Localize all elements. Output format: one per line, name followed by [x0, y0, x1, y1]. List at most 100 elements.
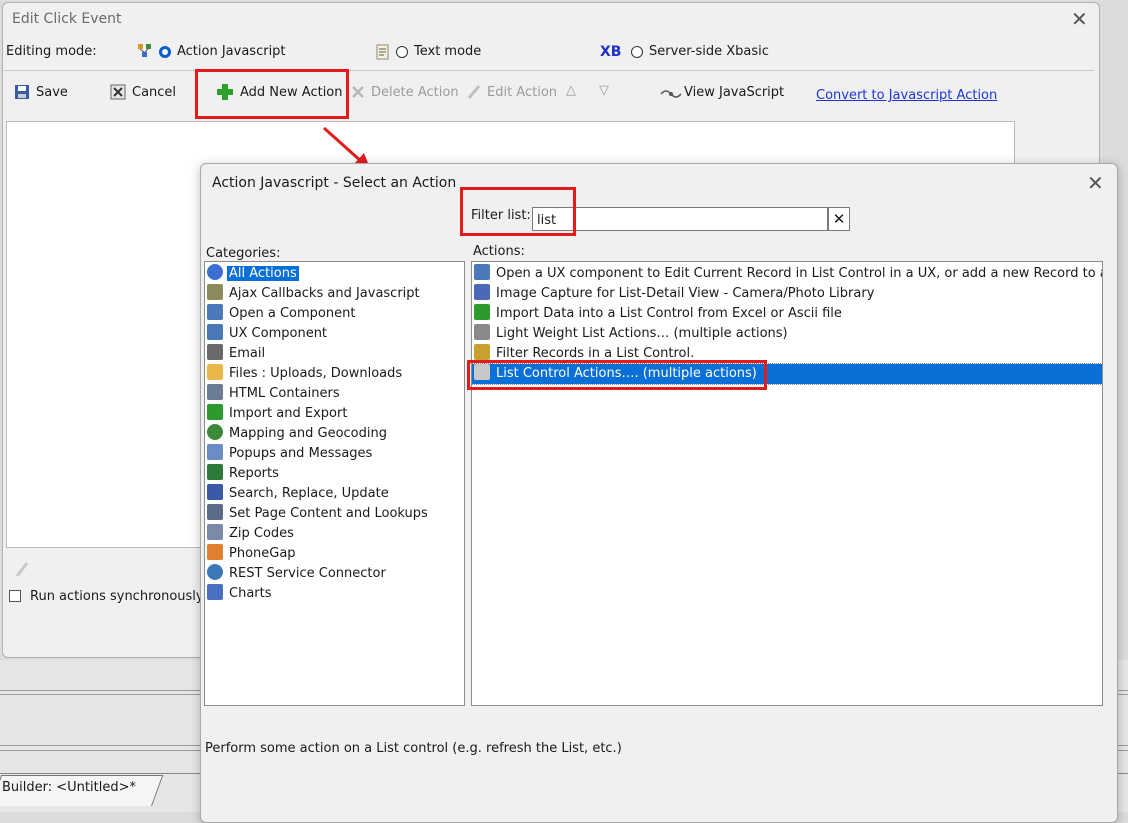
- list-item-label: REST Service Connector: [229, 566, 386, 581]
- filter-input[interactable]: list: [532, 207, 828, 231]
- convert-to-javascript-link[interactable]: Convert to Javascript Action: [816, 88, 997, 103]
- list-item[interactable]: Image Capture for List-Detail View - Cam…: [472, 284, 1102, 304]
- run-sync-label: Run actions synchronously (i: [30, 589, 217, 604]
- edit-action-button[interactable]: Edit Action: [487, 85, 557, 100]
- mode-label[interactable]: Server-side Xbasic: [649, 44, 769, 59]
- chart-icon: [207, 584, 223, 600]
- list-item[interactable]: REST Service Connector: [207, 564, 388, 584]
- zip-icon: [207, 524, 223, 540]
- list-item[interactable]: PhoneGap: [207, 544, 298, 564]
- list-item[interactable]: Import Data into a List Control from Exc…: [472, 304, 1102, 324]
- mode-label[interactable]: Action Javascript: [177, 44, 286, 59]
- view-javascript-button[interactable]: View JavaScript: [684, 85, 784, 100]
- radio-text-mode[interactable]: [396, 46, 408, 58]
- close-icon[interactable]: ✕: [1071, 9, 1088, 29]
- form-icon: [474, 264, 490, 280]
- document-tab-label[interactable]: Builder: <Untitled>*: [2, 780, 136, 795]
- list-item-label: Image Capture for List-Detail View - Cam…: [496, 286, 875, 301]
- list-item-label: Search, Replace, Update: [229, 486, 389, 501]
- list-item-label: Mapping and Geocoding: [229, 426, 387, 441]
- cancel-button[interactable]: Cancel: [132, 85, 176, 100]
- text-mode-icon: [375, 44, 391, 60]
- cancel-icon: [110, 84, 126, 100]
- list-item[interactable]: Ajax Callbacks and Javascript: [207, 284, 422, 304]
- radio-server-side-xbasic[interactable]: [631, 46, 643, 58]
- list-item[interactable]: Light Weight List Actions… (multiple act…: [472, 324, 1102, 344]
- clear-filter-icon[interactable]: ✕: [828, 207, 850, 231]
- list-item-label: Email: [229, 346, 266, 361]
- list-item[interactable]: Open a UX component to Edit Current Reco…: [472, 264, 1103, 284]
- lookup-icon: [207, 504, 223, 520]
- categories-label: Categories:: [206, 246, 281, 261]
- action-description: Perform some action on a List control (e…: [205, 741, 622, 756]
- actions-list[interactable]: Open a UX component to Edit Current Reco…: [471, 261, 1103, 706]
- list-item-label: Popups and Messages: [229, 446, 373, 461]
- editing-mode-label: Editing mode:: [6, 44, 97, 59]
- radio-action-javascript[interactable]: [159, 46, 171, 58]
- list-item-label: Import and Export: [229, 406, 348, 421]
- form-icon: [207, 304, 223, 320]
- dialog-title: Action Javascript - Select an Action: [212, 175, 457, 191]
- import-icon: [474, 304, 490, 320]
- list-item[interactable]: Charts: [207, 584, 274, 604]
- actions-label: Actions:: [473, 244, 525, 259]
- script-icon: [207, 284, 223, 300]
- list-item-label: HTML Containers: [229, 386, 340, 401]
- separator: [4, 70, 1094, 71]
- list-item-label: Import Data into a List Control from Exc…: [496, 306, 842, 321]
- popup-icon: [207, 444, 223, 460]
- delete-action-button[interactable]: Delete Action: [371, 85, 459, 100]
- list-item[interactable]: Zip Codes: [207, 524, 296, 544]
- email-icon: [207, 344, 223, 360]
- list-item-label: Filter Records in a List Control.: [496, 346, 695, 361]
- list-item[interactable]: Import and Export: [207, 404, 349, 424]
- list-item-label: Charts: [229, 586, 272, 601]
- phonegap-icon: [207, 544, 223, 560]
- list-item-label: PhoneGap: [229, 546, 296, 561]
- xbasic-icon: XB: [600, 44, 622, 60]
- annotation-box: [460, 187, 576, 236]
- list-item-label: UX Component: [229, 326, 328, 341]
- move-down-icon[interactable]: ▽: [599, 83, 609, 98]
- delete-icon: [350, 84, 366, 100]
- list-item[interactable]: Open a Component: [207, 304, 357, 324]
- annotation-box: [195, 69, 349, 119]
- list-item-label: Light Weight List Actions… (multiple act…: [496, 326, 788, 341]
- filter-icon: [474, 344, 490, 360]
- database-icon: [474, 324, 490, 340]
- folder-icon: [207, 364, 223, 380]
- import-icon: [207, 404, 223, 420]
- list-item[interactable]: Email: [207, 344, 267, 364]
- mode-label[interactable]: Text mode: [414, 44, 481, 59]
- report-icon: [207, 464, 223, 480]
- list-item-label: Reports: [229, 466, 279, 481]
- globe-icon: [207, 424, 223, 440]
- list-item-label: Set Page Content and Lookups: [229, 506, 428, 521]
- edit-pencil-icon: [14, 560, 30, 578]
- list-item[interactable]: Files : Uploads, Downloads: [207, 364, 404, 384]
- list-item[interactable]: Mapping and Geocoding: [207, 424, 389, 444]
- list-item[interactable]: Popups and Messages: [207, 444, 374, 464]
- action-javascript-icon: [137, 43, 153, 59]
- categories-list[interactable]: All Actions Ajax Callbacks and Javascript…: [204, 261, 465, 706]
- list-item-label: Open a UX component to Edit Current Reco…: [496, 266, 1103, 281]
- save-icon: [14, 84, 30, 100]
- list-item-label: Ajax Callbacks and Javascript: [229, 286, 420, 301]
- list-item[interactable]: Search, Replace, Update: [207, 484, 391, 504]
- list-item-label: Files : Uploads, Downloads: [229, 366, 403, 381]
- list-item-label: Open a Component: [229, 306, 356, 321]
- run-sync-checkbox[interactable]: [9, 590, 21, 602]
- view-javascript-icon: [660, 86, 682, 100]
- dialog-title: Edit Click Event: [12, 11, 122, 27]
- move-up-icon[interactable]: △: [566, 83, 576, 98]
- html-icon: [207, 384, 223, 400]
- list-item[interactable]: All Actions: [207, 264, 299, 284]
- list-item[interactable]: UX Component: [207, 324, 329, 344]
- list-item[interactable]: HTML Containers: [207, 384, 342, 404]
- close-icon[interactable]: ✕: [1087, 173, 1104, 193]
- list-item[interactable]: Reports: [207, 464, 281, 484]
- camera-icon: [474, 284, 490, 300]
- save-button[interactable]: Save: [36, 85, 68, 100]
- list-item[interactable]: Set Page Content and Lookups: [207, 504, 430, 524]
- globe-icon: [207, 564, 223, 580]
